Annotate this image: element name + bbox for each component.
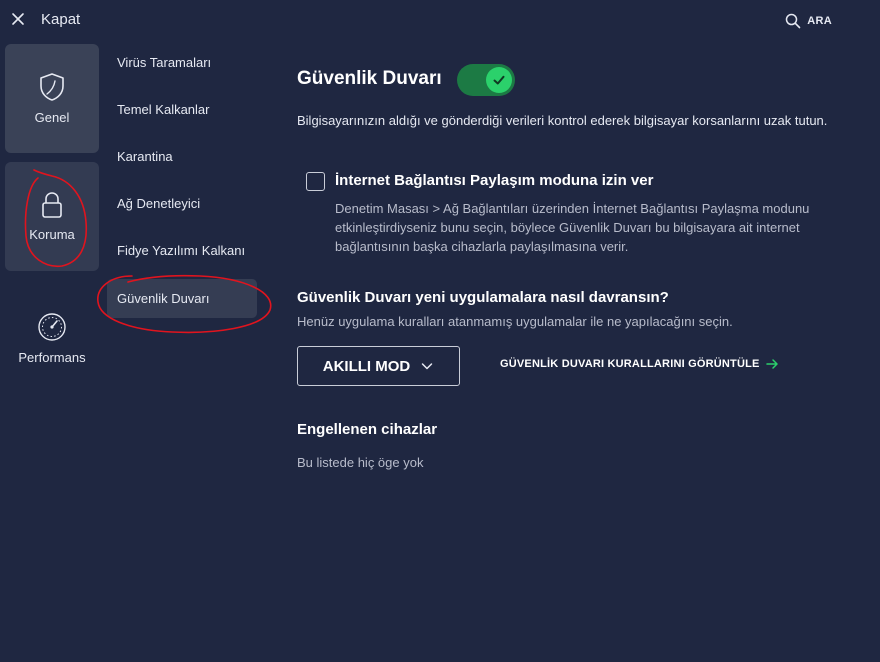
blocked-devices-empty: Bu listede hiç öge yok <box>297 455 424 470</box>
ics-checkbox-label[interactable]: İnternet Bağlantısı Paylaşım moduna izin… <box>335 172 653 189</box>
subnav-item-temel-kalkanlar[interactable]: Temel Kalkanlar <box>107 90 257 129</box>
firewall-description: Bilgisayarınızın aldığı ve gönderdiği ve… <box>297 113 828 128</box>
close-label[interactable]: Kapat <box>41 11 80 28</box>
search-icon <box>786 13 801 29</box>
nav-item-koruma[interactable]: Koruma <box>5 162 99 271</box>
subnav-item-ag-denetleyici[interactable]: Ağ Denetleyici <box>107 184 257 223</box>
chevron-down-icon <box>422 363 433 370</box>
nav-item-genel[interactable]: Genel <box>5 44 99 153</box>
shield-icon <box>40 73 64 101</box>
subnav-item-label: Virüs Taramaları <box>117 55 212 70</box>
nav-item-label: Performans <box>18 349 86 365</box>
search-button[interactable]: ARA <box>785 13 832 29</box>
view-rules-label: GÜVENLİK DUVARI KURALLARINI GÖRÜNTÜLE <box>500 358 760 370</box>
behavior-subtitle: Henüz uygulama kuralları atanmamış uygul… <box>297 314 733 329</box>
view-rules-link[interactable]: GÜVENLİK DUVARI KURALLARINI GÖRÜNTÜLE <box>500 358 779 370</box>
checkmark-icon <box>493 75 505 85</box>
behavior-title: Güvenlik Duvarı yeni uygulamalara nasıl … <box>297 289 669 306</box>
subnav-item-label: Karantina <box>117 149 173 164</box>
toggle-knob <box>486 67 512 93</box>
subnav-item-label: Fidye Yazılımı Kalkanı <box>117 243 246 258</box>
subnav-item-label: Ağ Denetleyici <box>117 196 201 211</box>
close-icon <box>12 13 24 25</box>
ics-description: Denetim Masası > Ağ Bağlantıları üzerind… <box>335 201 810 254</box>
ics-checkbox[interactable] <box>306 172 325 191</box>
search-label: ARA <box>807 15 832 27</box>
nav-item-performans[interactable]: Performans <box>5 300 99 376</box>
arrow-right-icon <box>765 359 778 369</box>
subnav-item-label: Güvenlik Duvarı <box>117 291 210 306</box>
subnav-item-fidye-yazilimi-kalkani[interactable]: Fidye Yazılımı Kalkanı <box>107 231 257 270</box>
speedometer-icon <box>38 312 66 341</box>
subnav-item-karantina[interactable]: Karantina <box>107 137 257 176</box>
close-button[interactable] <box>8 9 28 29</box>
lock-icon <box>42 192 62 218</box>
subnav-item-guvenlik-duvari[interactable]: Güvenlik Duvarı <box>107 279 257 318</box>
mode-dropdown-value: AKILLI MOD <box>322 357 411 375</box>
blocked-devices-title: Engellenen cihazlar <box>297 421 438 438</box>
nav-item-label: Genel <box>34 110 70 125</box>
nav-item-label: Koruma <box>29 227 75 242</box>
firewall-toggle[interactable] <box>457 64 515 96</box>
subnav-item-label: Temel Kalkanlar <box>117 102 210 117</box>
page-title: Güvenlik Duvarı <box>297 68 442 89</box>
subnav-item-virus-taramalari[interactable]: Virüs Taramaları <box>107 43 257 82</box>
mode-dropdown[interactable]: AKILLI MOD <box>297 346 460 386</box>
